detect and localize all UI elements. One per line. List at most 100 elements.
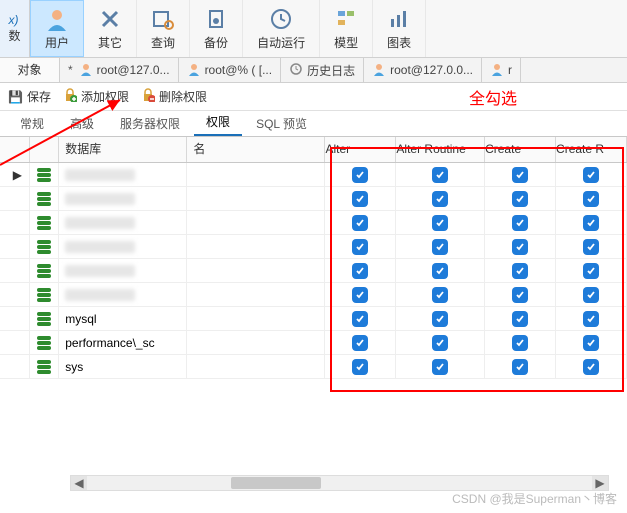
horizontal-scrollbar[interactable]: ◀ ▶ bbox=[70, 475, 609, 491]
doc-tab[interactable]: root@127.0... bbox=[60, 58, 179, 82]
checkbox-checked[interactable] bbox=[583, 239, 599, 255]
query-icon bbox=[151, 6, 175, 32]
inner-tab-2[interactable]: 服务器权限 bbox=[108, 111, 192, 136]
fx-cell: x) 数 bbox=[0, 0, 30, 57]
col-database[interactable]: 数据库 bbox=[59, 137, 187, 162]
checkbox-checked[interactable] bbox=[432, 167, 448, 183]
table-row[interactable] bbox=[0, 259, 627, 283]
person-icon bbox=[372, 62, 386, 79]
clock-icon bbox=[269, 6, 293, 32]
inner-tabs: 常规高级服务器权限权限SQL 预览 bbox=[0, 111, 627, 137]
checkbox-checked[interactable] bbox=[512, 263, 528, 279]
doc-tab[interactable]: 历史日志 bbox=[281, 58, 364, 82]
database-icon bbox=[37, 360, 51, 374]
table-row[interactable]: mysql bbox=[0, 307, 627, 331]
table-row[interactable]: ▶ bbox=[0, 163, 627, 187]
action-toolbar: 💾 保存 添加权限 删除权限 全勾选 bbox=[0, 83, 627, 111]
checkbox-checked[interactable] bbox=[512, 311, 528, 327]
col-create[interactable]: Create bbox=[485, 137, 556, 162]
inner-tab-0[interactable]: 常规 bbox=[8, 111, 56, 136]
database-icon bbox=[37, 336, 51, 350]
checkbox-checked[interactable] bbox=[512, 359, 528, 375]
backup-icon bbox=[204, 6, 228, 32]
checkbox-checked[interactable] bbox=[432, 239, 448, 255]
document-tabstrip: 对象 root@127.0...root@% ( [...历史日志root@12… bbox=[0, 58, 627, 83]
scroll-right-icon[interactable]: ▶ bbox=[592, 476, 608, 490]
ribbon-other[interactable]: 其它 bbox=[84, 0, 137, 57]
checkbox-checked[interactable] bbox=[432, 215, 448, 231]
model-icon bbox=[334, 6, 358, 32]
checkbox-checked[interactable] bbox=[583, 215, 599, 231]
checkbox-checked[interactable] bbox=[512, 215, 528, 231]
checkbox-checked[interactable] bbox=[432, 287, 448, 303]
ribbon-autorun[interactable]: 自动运行 bbox=[243, 0, 320, 57]
inner-tab-3[interactable]: 权限 bbox=[194, 109, 242, 136]
chart-icon bbox=[387, 6, 411, 32]
ribbon-user[interactable]: 用户 bbox=[30, 0, 84, 57]
checkbox-checked[interactable] bbox=[432, 191, 448, 207]
checkbox-checked[interactable] bbox=[352, 191, 368, 207]
checkbox-checked[interactable] bbox=[352, 167, 368, 183]
doc-tab[interactable]: root@127.0.0... bbox=[364, 58, 482, 82]
fx-label: x) bbox=[8, 13, 18, 27]
doc-tab[interactable]: r bbox=[482, 58, 521, 82]
checkbox-checked[interactable] bbox=[583, 335, 599, 351]
inner-tab-1[interactable]: 高级 bbox=[58, 111, 106, 136]
database-icon bbox=[37, 288, 51, 302]
checkbox-checked[interactable] bbox=[583, 359, 599, 375]
checkbox-checked[interactable] bbox=[352, 263, 368, 279]
delete-privilege-button[interactable]: 删除权限 bbox=[141, 88, 207, 105]
table-row[interactable]: performance\_sc bbox=[0, 331, 627, 355]
person-icon bbox=[187, 62, 201, 79]
doc-tab[interactable]: root@% ( [... bbox=[179, 58, 282, 82]
table-row[interactable] bbox=[0, 187, 627, 211]
ribbon-label: 用户 bbox=[45, 34, 69, 51]
watermark: CSDN @我是Superman丶博客 bbox=[452, 490, 617, 507]
database-icon bbox=[37, 240, 51, 254]
inner-tab-4[interactable]: SQL 预览 bbox=[244, 111, 319, 136]
ribbon-query[interactable]: 查询 bbox=[137, 0, 190, 57]
checkbox-checked[interactable] bbox=[583, 263, 599, 279]
checkbox-checked[interactable] bbox=[352, 239, 368, 255]
checkbox-checked[interactable] bbox=[352, 215, 368, 231]
scroll-thumb[interactable] bbox=[231, 477, 321, 489]
checkbox-checked[interactable] bbox=[352, 311, 368, 327]
checkbox-checked[interactable] bbox=[432, 359, 448, 375]
checkbox-checked[interactable] bbox=[512, 335, 528, 351]
table-row[interactable] bbox=[0, 235, 627, 259]
add-privilege-button[interactable]: 添加权限 bbox=[63, 88, 129, 105]
scroll-left-icon[interactable]: ◀ bbox=[71, 476, 87, 490]
objects-tab[interactable]: 对象 bbox=[0, 58, 60, 82]
col-name[interactable]: 名 bbox=[187, 137, 325, 162]
grid-header: 数据库 名 Alter Alter Routine Create Create … bbox=[0, 137, 627, 163]
lock-add-icon bbox=[63, 88, 77, 105]
checkbox-checked[interactable] bbox=[432, 335, 448, 351]
col-alter[interactable]: Alter bbox=[325, 137, 396, 162]
checkbox-checked[interactable] bbox=[352, 287, 368, 303]
checkbox-checked[interactable] bbox=[583, 287, 599, 303]
database-icon bbox=[37, 168, 51, 182]
person-icon bbox=[79, 62, 93, 79]
checkbox-checked[interactable] bbox=[512, 239, 528, 255]
checkbox-checked[interactable] bbox=[352, 335, 368, 351]
checkbox-checked[interactable] bbox=[583, 191, 599, 207]
checkbox-checked[interactable] bbox=[583, 311, 599, 327]
ribbon-chart[interactable]: 图表 bbox=[373, 0, 426, 57]
table-row[interactable]: sys bbox=[0, 355, 627, 379]
checkbox-checked[interactable] bbox=[512, 191, 528, 207]
save-button[interactable]: 💾 保存 bbox=[8, 88, 51, 105]
fx-sub: 数 bbox=[8, 29, 20, 43]
checkbox-checked[interactable] bbox=[432, 263, 448, 279]
table-row[interactable] bbox=[0, 283, 627, 307]
table-row[interactable] bbox=[0, 211, 627, 235]
checkbox-checked[interactable] bbox=[352, 359, 368, 375]
checkbox-checked[interactable] bbox=[432, 311, 448, 327]
checkbox-checked[interactable] bbox=[512, 167, 528, 183]
database-icon bbox=[37, 192, 51, 206]
ribbon-model[interactable]: 模型 bbox=[320, 0, 373, 57]
checkbox-checked[interactable] bbox=[583, 167, 599, 183]
ribbon-backup[interactable]: 备份 bbox=[190, 0, 243, 57]
col-create-r[interactable]: Create R bbox=[556, 137, 627, 162]
col-alter-routine[interactable]: Alter Routine bbox=[396, 137, 485, 162]
checkbox-checked[interactable] bbox=[512, 287, 528, 303]
